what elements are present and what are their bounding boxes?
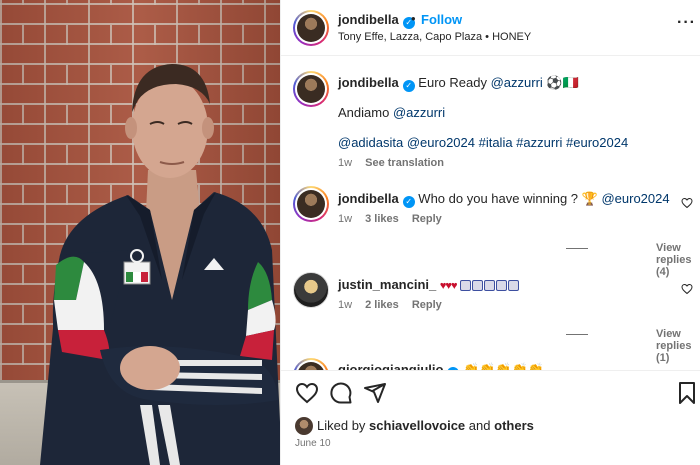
caption-line2-text: Andiamo: [338, 105, 390, 120]
hearts-emoji: ♥♥♥: [439, 280, 458, 292]
save-bookmark-icon[interactable]: [675, 381, 699, 405]
share-paper-plane-icon[interactable]: [363, 381, 387, 405]
caption-title: jondibella ✓ Euro Ready @azzurri ⚽🇮🇹: [338, 75, 579, 92]
post-header: jondibella ✓ • Follow Tony Effe, Lazza, C…: [281, 0, 700, 56]
view-replies-line: [566, 248, 588, 249]
caption-line2: Andiamo @azzurri: [338, 105, 445, 120]
author-username[interactable]: jondibella ✓: [338, 12, 415, 29]
comment-username[interactable]: jondibella: [338, 191, 399, 206]
comment-time: 1w: [338, 299, 353, 311]
comment-text: justin_mancini_ ♥♥♥: [338, 277, 520, 294]
follow-button[interactable]: Follow: [421, 12, 462, 27]
comment-avatar[interactable]: [293, 186, 329, 222]
like-heart-icon[interactable]: [295, 381, 319, 405]
trophy-emoji: 🏆: [581, 191, 598, 206]
comment-likes[interactable]: 2 likes: [365, 299, 399, 311]
view-replies-button[interactable]: View replies (1): [656, 328, 700, 364]
person-figure: [40, 64, 280, 465]
post-actions: Liked by schiavellovoice and others June…: [281, 370, 700, 465]
comment-bubble-icon[interactable]: [329, 381, 353, 405]
comment-username[interactable]: giorgiogiangiulio: [338, 362, 443, 370]
instagram-post: jondibella ✓ • Follow Tony Effe, Lazza, C…: [0, 0, 700, 465]
audio-track[interactable]: Tony Effe, Lazza, Capo Plaza • HONEY: [338, 31, 531, 43]
comment-time: 1w: [338, 213, 353, 225]
reply-button[interactable]: Reply: [412, 299, 442, 311]
comment-body: Who do you have winning ?: [418, 191, 579, 206]
comments-list[interactable]: jondibella ✓ Euro Ready @azzurri ⚽🇮🇹 Andi…: [281, 57, 700, 370]
comment-meta: 1w 3 likes Reply: [338, 213, 452, 225]
caption-mention[interactable]: @azzurri: [491, 75, 543, 90]
comment-meta: 1w 2 likes Reply: [338, 299, 452, 311]
comment-mention[interactable]: @euro2024: [601, 191, 669, 206]
like-comment-heart-icon[interactable]: [681, 283, 693, 295]
verified-badge-icon: ✓: [402, 196, 415, 208]
liked-by-avatar[interactable]: [295, 417, 313, 435]
comment-likes[interactable]: 3 likes: [365, 213, 399, 225]
reply-button[interactable]: Reply: [412, 213, 442, 225]
comment-avatar[interactable]: [293, 272, 329, 308]
comment-text: giorgiogiangiulio✓ 👏👏👏👏👏: [338, 362, 544, 370]
caption-hashtags[interactable]: @adidasita @euro2024 #italia #azzurri #e…: [338, 135, 628, 150]
comment-text: jondibella ✓ Who do you have winning ? 🏆 …: [338, 191, 670, 208]
like-comment-heart-icon[interactable]: [681, 197, 693, 209]
comment-username[interactable]: justin_mancini_: [338, 277, 436, 292]
liked-by-line: Liked by schiavellovoice and others: [317, 418, 534, 433]
liked-by-user[interactable]: schiavellovoice: [369, 418, 465, 433]
caption-username[interactable]: jondibella: [338, 75, 399, 90]
clap-emoji: 👏👏👏👏👏: [463, 362, 544, 370]
caption-meta: 1w See translation: [338, 157, 454, 169]
author-avatar[interactable]: [293, 10, 329, 46]
caption-title-text: Euro Ready: [418, 75, 487, 90]
post-media[interactable]: [0, 0, 280, 465]
flag-emoji-icon: [460, 279, 520, 294]
comment-avatar[interactable]: [293, 358, 329, 370]
caption-line2-mention[interactable]: @azzurri: [393, 105, 445, 120]
post-date[interactable]: June 10: [295, 438, 331, 449]
liked-by-and: and: [468, 418, 491, 433]
liked-by-prefix: Liked by: [317, 418, 366, 433]
view-replies-button[interactable]: View replies (4): [656, 242, 700, 278]
post-panel: jondibella ✓ • Follow Tony Effe, Lazza, C…: [280, 0, 700, 465]
liked-by-others[interactable]: others: [494, 418, 534, 433]
see-translation-link[interactable]: See translation: [365, 157, 444, 169]
more-options-icon[interactable]: ···: [677, 14, 696, 32]
caption-emoji: ⚽🇮🇹: [546, 75, 579, 90]
view-replies-line: [566, 334, 588, 335]
verified-badge-icon: ✓: [402, 80, 415, 92]
author-username-text[interactable]: jondibella: [338, 12, 399, 27]
caption-time: 1w: [338, 157, 353, 169]
caption-avatar[interactable]: [293, 71, 329, 107]
header-separator: •: [411, 11, 416, 26]
